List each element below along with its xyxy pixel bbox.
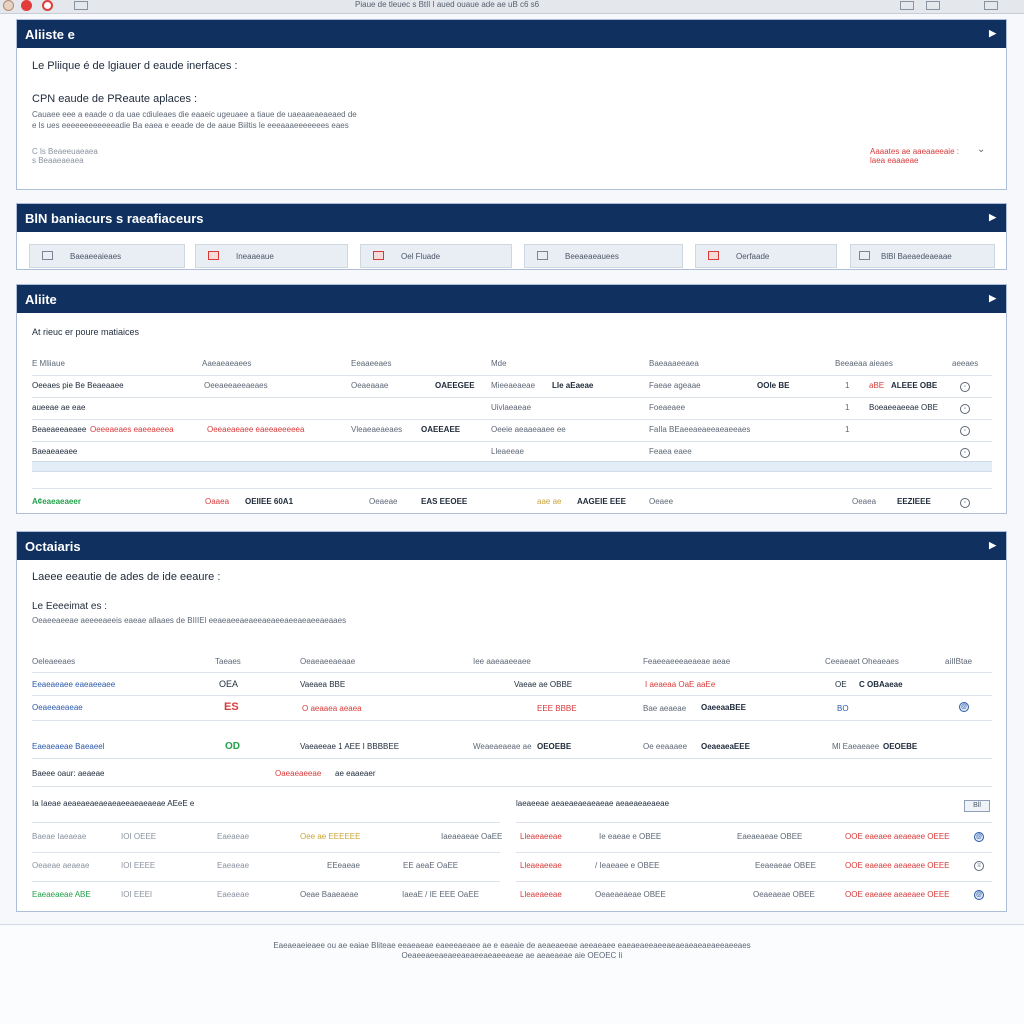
record-icon[interactable] xyxy=(42,0,53,11)
panel-title: Aliite xyxy=(25,292,57,307)
settings-icon[interactable]: ≡ xyxy=(974,861,984,871)
column-header[interactable]: Beeaeaa aieaes xyxy=(835,359,893,368)
window-title: Piaue de tleuec s BtIl I aued ouaue ade … xyxy=(355,0,540,9)
tab-2[interactable]: Ineaaeaue xyxy=(195,244,348,268)
footer-text: Oeaeeaeeaeaeeaeaeeaeaeeaeae ae aeaeaeae … xyxy=(401,951,623,960)
app-icon xyxy=(3,0,14,11)
chevron-right-icon[interactable]: ▶ xyxy=(989,28,996,39)
meta-text: C ls Beaeeuaeaea xyxy=(32,147,98,156)
column-header[interactable]: aeeaes xyxy=(952,359,978,368)
description-line: e ls ues eeeeeeeeeeeeadie Ba eaea e eead… xyxy=(32,121,349,130)
copy-icon[interactable]: ▫ xyxy=(960,426,970,436)
info-icon[interactable]: @ xyxy=(974,890,984,900)
section-subheading: CPN eaude de PReaute aplaces : xyxy=(32,93,198,105)
section-subheading: Le Eeeeimat es : xyxy=(32,601,108,612)
tab-1[interactable]: Baeaeeaieaes xyxy=(29,244,185,268)
column-header[interactable]: Mde xyxy=(491,359,507,368)
document-icon xyxy=(537,251,548,260)
column-header[interactable]: Aaeaeaeaees xyxy=(202,359,251,368)
section-heading: Le Pliique é de lgiauer d eaude inerface… xyxy=(32,60,238,72)
copy-icon[interactable]: ▫ xyxy=(960,448,970,458)
alert-link[interactable]: laea eaaaeae xyxy=(870,156,919,165)
footer-text: Eaeaeaeieaee ou ae eaiae Bliteae eeaeaea… xyxy=(273,941,751,950)
tab-4[interactable]: Beeaeaeauees xyxy=(524,244,683,268)
document-icon xyxy=(42,251,53,260)
panel-title: Aliiste e xyxy=(25,27,75,42)
column-header[interactable]: Oeleaeeaes xyxy=(32,657,75,666)
maximize-icon[interactable] xyxy=(926,1,940,10)
copy-icon[interactable]: ▫ xyxy=(960,498,970,508)
panel-header[interactable]: BlN baniacurs s raeafiaceurs ▶ xyxy=(17,204,1006,232)
chevron-right-icon[interactable]: ▶ xyxy=(989,212,996,223)
panel-header[interactable]: Aliite ▶ xyxy=(17,285,1006,313)
column-header[interactable]: Oeaeaeeaeaae xyxy=(300,657,355,666)
column-header[interactable]: Baeaaaeeaea xyxy=(649,359,699,368)
panel-tabs: BlN baniacurs s raeafiaceurs ▶ Baeaeeaie… xyxy=(16,203,1007,270)
alert-link[interactable]: Aaaates ae aaeaaeeaie : xyxy=(870,147,959,156)
subtable-header: Ia Iaeae aeaeaeaeaeaeaeeaeaeaeae AEeE e xyxy=(32,799,195,808)
info-icon[interactable]: @ xyxy=(974,832,984,842)
column-header[interactable]: Ceeaeaet Oheaeaes xyxy=(825,657,899,666)
view-select[interactable]: Bll xyxy=(964,800,990,812)
section-subtitle: At rieuc er poure matiaices xyxy=(32,327,140,337)
image-icon xyxy=(373,251,384,260)
grid-icon xyxy=(859,251,870,260)
chevron-right-icon[interactable]: ▶ xyxy=(989,293,996,304)
image-icon xyxy=(708,251,719,260)
menu-icon[interactable] xyxy=(74,1,88,10)
panel-header[interactable]: Octaiaris ▶ xyxy=(17,532,1006,560)
info-icon[interactable]: @ xyxy=(959,702,969,712)
meta-text: s Beaaeaeaea xyxy=(32,156,84,165)
column-header[interactable]: Feaeeaeeeaeaeae aeae xyxy=(643,657,730,666)
column-header[interactable]: E Mliiaue xyxy=(32,359,65,368)
panel-title: Octaiaris xyxy=(25,539,81,554)
tab-6[interactable]: BlBl Baeaedeaeaae xyxy=(850,244,995,268)
restore-icon[interactable] xyxy=(984,1,998,10)
subtable-header: laeaeeae aeaeaeaeaeaeae aeaeaeaeaeae xyxy=(516,799,670,808)
window-titlebar: Piaue de tleuec s BtIl I aued ouaue ade … xyxy=(0,0,1024,14)
column-header[interactable]: Eeaaeeaes xyxy=(351,359,391,368)
panel-header[interactable]: Aliiste e ▶ xyxy=(17,20,1006,48)
page-footer: Eaeaeaeieaee ou ae eaiae Bliteae eeaeaea… xyxy=(0,924,1024,1024)
panel-title: BlN baniacurs s raeafiaceurs xyxy=(25,211,204,226)
copy-icon[interactable]: ▫ xyxy=(960,382,970,392)
minimize-icon[interactable] xyxy=(900,1,914,10)
description-line: Oeaeeaeeae aeeeeaeeis eaeae allaaes de B… xyxy=(32,616,347,625)
chevron-right-icon[interactable]: ▶ xyxy=(989,540,996,551)
column-header[interactable]: aiIIBtae xyxy=(945,657,972,666)
section-heading: Laeee eeautie de ades de ide eeaure : xyxy=(32,571,221,583)
panel-details: Octaiaris ▶ Laeee eeautie de ades de ide… xyxy=(16,531,1007,912)
description-line: Cauaee eee a eaade o da uae cdiuleaes di… xyxy=(32,110,357,119)
copy-icon[interactable]: ▫ xyxy=(960,404,970,414)
selected-row-highlight[interactable] xyxy=(32,461,992,472)
chevron-down-icon[interactable]: ⌄ xyxy=(977,144,985,155)
tab-5[interactable]: Oerfaade xyxy=(695,244,837,268)
column-header[interactable]: Iee aaeaaeeaee xyxy=(473,657,531,666)
panel-overview: Aliiste e ▶ Le Pliique é de lgiauer d ea… xyxy=(16,19,1007,190)
panel-matrix: Aliite ▶ At rieuc er poure matiaices E M… xyxy=(16,284,1007,514)
tab-3[interactable]: Oel Fluade xyxy=(360,244,512,268)
column-header[interactable]: Taeaes xyxy=(215,657,241,666)
close-icon[interactable] xyxy=(21,0,32,11)
mail-icon xyxy=(208,251,219,260)
